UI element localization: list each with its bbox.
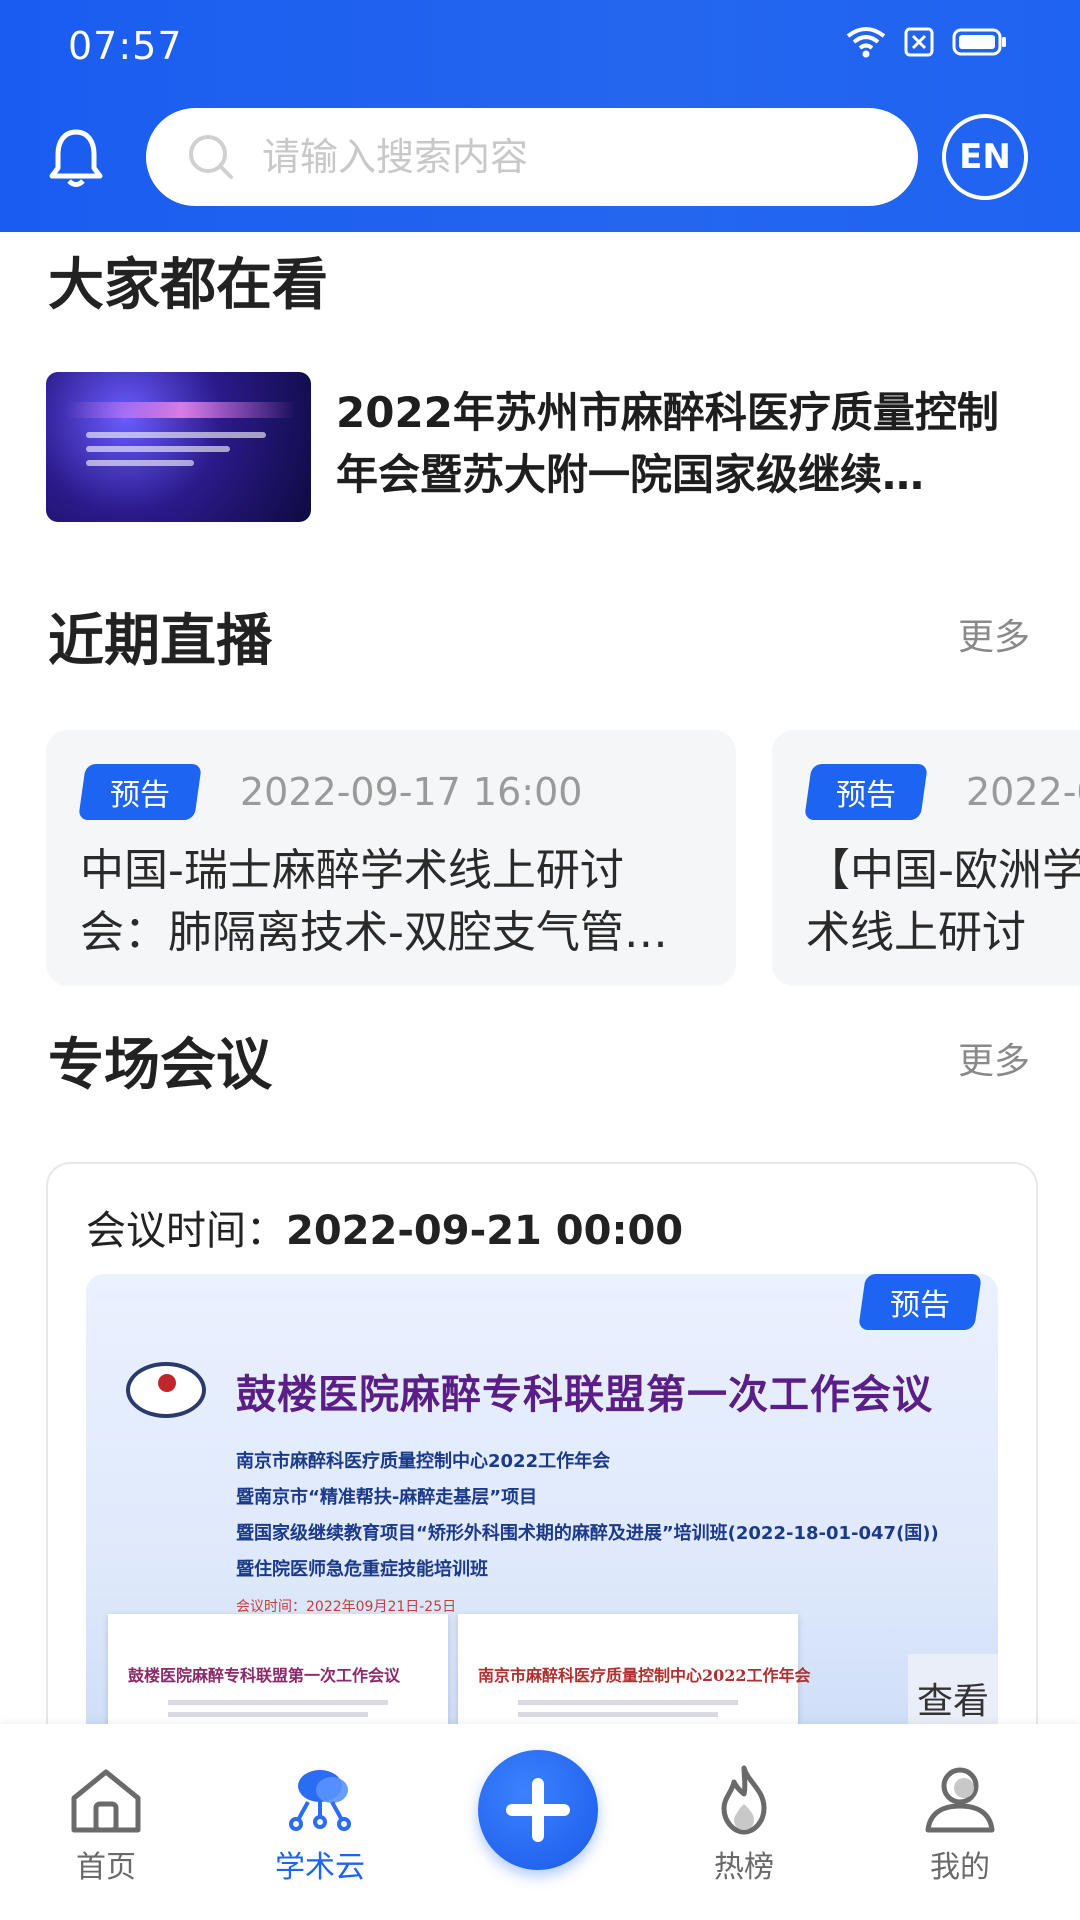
- live-title: 中国-瑞士麻醉学术线上研讨会：肺隔离技术-双腔支气管…: [80, 845, 668, 958]
- live-badge: 预告: [78, 764, 202, 820]
- nav-item-profile[interactable]: 我的: [880, 1764, 1040, 1886]
- search-icon: [186, 132, 236, 182]
- banner-line: 暨住院医师急危重症技能培训班: [236, 1559, 488, 1580]
- slide-title: 鼓楼医院麻醉专科联盟第一次工作会议: [128, 1666, 401, 1685]
- live-date: 2022-0: [966, 770, 1080, 814]
- meeting-banner[interactable]: 预告 鼓楼医院麻醉专科联盟第一次工作会议 南京市麻醉科医疗质量控制中心2022工…: [86, 1274, 998, 1760]
- battery-icon: [952, 27, 1008, 61]
- banner-headline: 鼓楼医院麻醉专科联盟第一次工作会议: [236, 1371, 933, 1418]
- meeting-section-title: 专场会议: [48, 1033, 272, 1098]
- nav-label-trending: 热榜: [714, 1850, 774, 1885]
- live-card[interactable]: 预告 2022-0 【中国-欧洲学术线上研讨: [772, 730, 1080, 986]
- hot-section-title: 大家都在看: [48, 253, 328, 318]
- sim-off-icon: [904, 27, 934, 61]
- live-date: 2022-09-17 16:00: [240, 770, 583, 814]
- status-bar: 07:57: [0, 0, 1080, 95]
- top-bar: EN: [0, 108, 1080, 208]
- banner-line: 暨南京市“精准帮扶-麻醉走基层”项目: [236, 1487, 538, 1508]
- banner-line: 南京市麻醉科医疗质量控制中心2022工作年会: [236, 1451, 611, 1472]
- search-bar[interactable]: [146, 108, 918, 206]
- app-header: 07:57 EN: [0, 0, 1080, 232]
- live-title: 【中国-欧洲学术线上研讨: [806, 845, 1080, 958]
- banner-date: 会议时间：2022年09月21日-25日: [236, 1599, 457, 1615]
- wifi-icon: [846, 26, 886, 62]
- status-time: 07:57: [68, 24, 183, 68]
- status-icons: [846, 26, 1008, 62]
- plus-icon: [506, 1778, 570, 1842]
- nav-label-academic-cloud: 学术云: [275, 1850, 365, 1885]
- nav-label-home: 首页: [76, 1850, 136, 1885]
- live-badge: 预告: [804, 764, 928, 820]
- nav-item-trending[interactable]: 热榜: [664, 1764, 824, 1886]
- live-card[interactable]: 预告 2022-09-17 16:00 中国-瑞士麻醉学术线上研讨会：肺隔离技术…: [46, 730, 736, 986]
- banner-lines: 南京市麻醉科医疗质量控制中心2022工作年会 暨南京市“精准帮扶-麻醉走基层”项…: [236, 1444, 976, 1588]
- hot-list-item[interactable]: 2022年苏州市麻醉科医疗质量控制年会暨苏大附一院国家级继续…: [46, 372, 1036, 522]
- search-input[interactable]: [260, 134, 860, 180]
- hospital-logo-icon: [126, 1362, 206, 1418]
- language-toggle-button[interactable]: EN: [942, 114, 1028, 200]
- meeting-card[interactable]: 会议时间：2022-09-21 00:00 预告 鼓楼医院麻醉专科联盟第一次工作…: [46, 1162, 1038, 1762]
- live-section-title: 近期直播: [48, 609, 272, 674]
- language-label: EN: [959, 137, 1011, 177]
- banner-line: 暨国家级继续教育项目“矫形外科围术期的麻醉及进展”培训班(2022-18-01-…: [236, 1523, 939, 1544]
- live-carousel[interactable]: 预告 2022-09-17 16:00 中国-瑞士麻醉学术线上研讨会：肺隔离技术…: [46, 730, 1080, 986]
- home-icon: [71, 1769, 141, 1833]
- user-icon: [925, 1767, 995, 1833]
- nav-item-academic-cloud[interactable]: 学术云: [240, 1764, 400, 1886]
- meeting-time-label: 会议时间：: [86, 1208, 286, 1254]
- meeting-badge: 预告: [858, 1274, 982, 1330]
- bottom-navigation: 首页 学术云 热榜 我的: [0, 1724, 1080, 1920]
- nav-item-home[interactable]: 首页: [26, 1764, 186, 1886]
- meeting-more-link[interactable]: 更多: [958, 1032, 1030, 1084]
- bell-icon[interactable]: [44, 126, 108, 190]
- hot-item-thumbnail: [46, 372, 311, 522]
- add-button[interactable]: [478, 1750, 598, 1870]
- nav-label-profile: 我的: [930, 1850, 990, 1885]
- slide-title: 南京市麻醉科医疗质量控制中心2022工作年会: [478, 1666, 811, 1685]
- meeting-time-value: 2022-09-21 00:00: [286, 1208, 684, 1254]
- meeting-time: 会议时间：2022-09-21 00:00: [86, 1198, 683, 1256]
- flame-icon: [721, 1765, 767, 1835]
- hot-item-title: 2022年苏州市麻醉科医疗质量控制年会暨苏大附一院国家级继续…: [336, 388, 999, 499]
- cloud-network-icon: [289, 1770, 351, 1831]
- live-more-link[interactable]: 更多: [958, 608, 1030, 660]
